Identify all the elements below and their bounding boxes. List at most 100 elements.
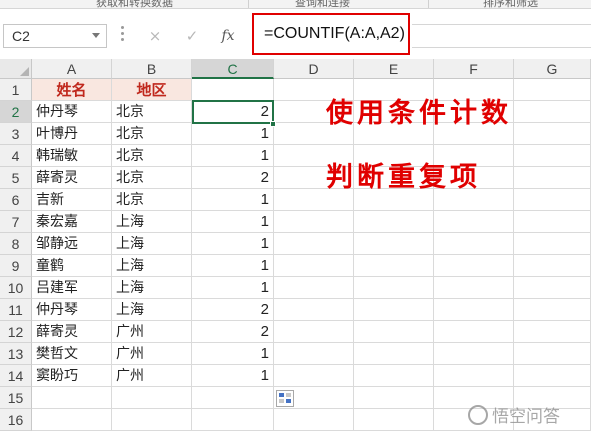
cell-e9[interactable] <box>354 255 434 277</box>
cell-g5[interactable] <box>514 167 591 189</box>
cell-name[interactable]: 窦盼巧 <box>32 365 112 387</box>
cell-g14[interactable] <box>514 365 591 387</box>
cell-d12[interactable] <box>274 321 354 343</box>
header-cell-region[interactable]: 地区 <box>112 79 192 101</box>
cell-e7[interactable] <box>354 211 434 233</box>
cell-g3[interactable] <box>514 123 591 145</box>
cell-d11[interactable] <box>274 299 354 321</box>
cell-region[interactable]: 北京 <box>112 145 192 167</box>
cell-name[interactable]: 邹静远 <box>32 233 112 255</box>
row-header-2[interactable]: 2 <box>0 101 32 123</box>
row-header-14[interactable]: 14 <box>0 365 32 387</box>
cell-count[interactable]: 1 <box>192 189 274 211</box>
row-header-8[interactable]: 8 <box>0 233 32 255</box>
cell-name[interactable]: 秦宏嘉 <box>32 211 112 233</box>
cell-region[interactable]: 上海 <box>112 299 192 321</box>
column-header-c[interactable]: C <box>192 59 274 79</box>
select-all-button[interactable] <box>0 59 32 79</box>
cell-g12[interactable] <box>514 321 591 343</box>
cell-g1[interactable] <box>514 79 591 101</box>
cell-a15[interactable] <box>32 387 112 409</box>
header-cell-name[interactable]: 姓名 <box>32 79 112 101</box>
cell-e13[interactable] <box>354 343 434 365</box>
cell-f9[interactable] <box>434 255 514 277</box>
cell-region[interactable]: 广州 <box>112 321 192 343</box>
cell-a16[interactable] <box>32 409 112 431</box>
cell-count[interactable]: 2 <box>192 167 274 189</box>
cell-name[interactable]: 吉新 <box>32 189 112 211</box>
row-header-1[interactable]: 1 <box>0 79 32 101</box>
cell-region[interactable]: 北京 <box>112 123 192 145</box>
cell-g13[interactable] <box>514 343 591 365</box>
cell-name[interactable]: 薛寄灵 <box>32 167 112 189</box>
insert-function-button[interactable]: fx <box>214 24 242 48</box>
cell-region[interactable]: 上海 <box>112 277 192 299</box>
cell-g4[interactable] <box>514 145 591 167</box>
cell-count[interactable]: 1 <box>192 255 274 277</box>
fill-handle[interactable] <box>270 121 276 127</box>
cell-g6[interactable] <box>514 189 591 211</box>
cell-region[interactable]: 上海 <box>112 255 192 277</box>
row-header-11[interactable]: 11 <box>0 299 32 321</box>
name-box[interactable]: C2 <box>3 24 107 48</box>
cell-count[interactable]: 1 <box>192 277 274 299</box>
cell-e10[interactable] <box>354 277 434 299</box>
cell-count[interactable]: 2 <box>192 321 274 343</box>
cell-count[interactable]: 1 <box>192 343 274 365</box>
row-header-3[interactable]: 3 <box>0 123 32 145</box>
cell-count[interactable]: 2 <box>192 101 274 123</box>
row-header-16[interactable]: 16 <box>0 409 32 431</box>
column-header-b[interactable]: B <box>112 59 192 79</box>
cell-f8[interactable] <box>434 233 514 255</box>
cell-region[interactable]: 北京 <box>112 167 192 189</box>
cell-name[interactable]: 仲丹琴 <box>32 101 112 123</box>
cell-d14[interactable] <box>274 365 354 387</box>
cell-f7[interactable] <box>434 211 514 233</box>
chevron-down-icon[interactable] <box>92 33 100 38</box>
cell-count[interactable]: 1 <box>192 233 274 255</box>
cell-f11[interactable] <box>434 299 514 321</box>
row-header-13[interactable]: 13 <box>0 343 32 365</box>
column-header-a[interactable]: A <box>32 59 112 79</box>
row-header-12[interactable]: 12 <box>0 321 32 343</box>
cell-b15[interactable] <box>112 387 192 409</box>
cell-region[interactable]: 上海 <box>112 211 192 233</box>
cell-f12[interactable] <box>434 321 514 343</box>
cell-e16[interactable] <box>354 409 434 431</box>
formula-input-extension[interactable] <box>412 24 591 48</box>
column-header-e[interactable]: E <box>354 59 434 79</box>
cell-name[interactable]: 樊哲文 <box>32 343 112 365</box>
cell-d13[interactable] <box>274 343 354 365</box>
cell-name[interactable]: 韩瑞敏 <box>32 145 112 167</box>
row-header-6[interactable]: 6 <box>0 189 32 211</box>
column-header-d[interactable]: D <box>274 59 354 79</box>
cell-d10[interactable] <box>274 277 354 299</box>
cell-d9[interactable] <box>274 255 354 277</box>
cell-count[interactable]: 1 <box>192 145 274 167</box>
cell-g2[interactable] <box>514 101 591 123</box>
cancel-icon[interactable]: × <box>141 24 169 48</box>
cell-g11[interactable] <box>514 299 591 321</box>
cell-region[interactable]: 北京 <box>112 101 192 123</box>
cell-f14[interactable] <box>434 365 514 387</box>
cell-c16[interactable] <box>192 409 274 431</box>
column-header-g[interactable]: G <box>514 59 591 79</box>
cell-e11[interactable] <box>354 299 434 321</box>
cell-e8[interactable] <box>354 233 434 255</box>
cell-count[interactable]: 2 <box>192 299 274 321</box>
cell-name[interactable]: 仲丹琴 <box>32 299 112 321</box>
quick-analysis-icon[interactable] <box>276 390 294 407</box>
cell-d16[interactable] <box>274 409 354 431</box>
cell-name[interactable]: 薛寄灵 <box>32 321 112 343</box>
row-header-4[interactable]: 4 <box>0 145 32 167</box>
cell-d8[interactable] <box>274 233 354 255</box>
cell-g8[interactable] <box>514 233 591 255</box>
cell-g10[interactable] <box>514 277 591 299</box>
formula-input[interactable]: =COUNTIF(A:A,A2) <box>252 13 410 55</box>
cell-d7[interactable] <box>274 211 354 233</box>
cell-c1[interactable] <box>192 79 274 101</box>
cell-e14[interactable] <box>354 365 434 387</box>
enter-icon[interactable]: ✓ <box>178 24 206 48</box>
column-header-f[interactable]: F <box>434 59 514 79</box>
drag-handle-icon[interactable] <box>121 26 124 46</box>
